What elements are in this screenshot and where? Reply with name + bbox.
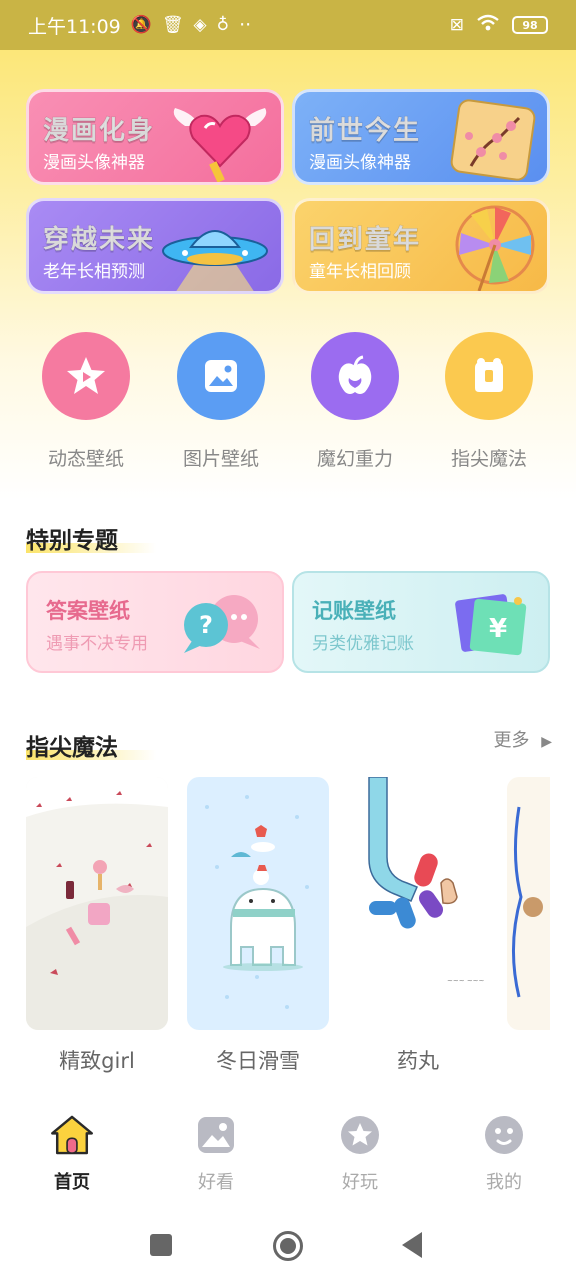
sim-icon: ⊠ [449,15,464,35]
feature-card-future[interactable]: 穿越未来 老年长相预测 [26,198,284,294]
section-title-special: 特别专题 [26,521,156,555]
caret-right-icon: ▶ [541,734,552,750]
nav-fun[interactable]: 好玩 [310,1112,410,1194]
topic-subtitle: 遇事不决专用 [46,634,148,654]
svg-text:~~~ ~~~: ~~~ ~~~ [447,977,485,985]
status-more: ·· [239,14,252,36]
svg-text:?: ? [199,611,213,639]
quick-link-label: 动态壁纸 [47,448,124,470]
topic-title: 记账壁纸 [312,599,396,623]
thumb-label: 花 [507,1045,550,1075]
shield-icon: ◈ [193,15,207,35]
nav-home[interactable]: 首页 [22,1112,122,1194]
status-time: 上午11:09 [28,15,121,38]
quick-link-label: 图片壁纸 [182,448,259,470]
heart-wand-icon [173,108,267,182]
mute-icon: 🔕 [130,15,152,35]
feature-card-past-life[interactable]: 前世今生 漫画头像神器 [292,89,550,185]
system-navigation-bar [0,1210,576,1280]
picture-icon [177,332,265,420]
nav-label: 我的 [486,1172,522,1193]
feature-card-title: 漫画化身 [42,116,156,147]
topic-subtitle: 另类优雅记账 [312,634,414,654]
thumb-label: 冬日滑雪 [216,1049,300,1073]
nav-label: 首页 [54,1172,90,1193]
image-icon [193,1112,239,1158]
ufo-icon [162,230,268,291]
feature-card-title: 前世今生 [308,116,422,147]
feature-card-subtitle: 老年长相预测 [43,262,145,282]
nav-label: 好玩 [342,1172,378,1193]
pinwheel-icon [455,205,535,291]
section-title-magic: 指尖魔法 [26,728,156,762]
quick-link-label: 指尖魔法 [450,448,527,470]
thumb-pills[interactable]: ~~~ ~~~ [347,777,489,1030]
trash-icon: 🗑 [161,15,184,35]
star-icon [337,1112,383,1158]
feature-card-title: 穿越未来 [42,225,156,256]
feature-card-subtitle: 漫画头像神器 [43,153,145,173]
quick-link-gravity[interactable]: 魔幻重力 [305,332,405,471]
quick-link-picture-wallpaper[interactable]: 图片壁纸 [171,332,271,471]
yuan-note-icon: ¥ [455,594,527,656]
recents-button[interactable] [150,1234,172,1256]
topic-card-answer-wallpaper[interactable]: 答案壁纸 遇事不决专用 ? [26,571,284,673]
nav-looks[interactable]: 好看 [166,1112,266,1194]
feature-card-childhood[interactable]: 回到童年 童年长相回顾 [292,198,550,294]
battery-icon: 98 [512,16,548,34]
more-link[interactable]: 更多 ▶ [493,726,552,752]
topic-card-accounting-wallpaper[interactable]: 记账壁纸 另类优雅记账 ¥ [292,571,550,673]
thumb-flower[interactable] [507,777,550,1030]
chat-bubbles-icon: ? [184,595,260,653]
quick-link-finger-magic[interactable]: 指尖魔法 [439,332,539,471]
back-button[interactable] [402,1232,422,1258]
apple-icon [311,332,399,420]
gift-icon [445,332,533,420]
bulb-icon: ♁ [216,15,230,35]
nav-mine[interactable]: 我的 [454,1112,554,1194]
thumb-label: 药丸 [397,1049,439,1073]
topic-title: 答案壁纸 [46,599,130,623]
quick-link-live-wallpaper[interactable]: 动态壁纸 [36,332,136,471]
bottom-navigation: 首页 好看 好玩 我的 [0,1112,576,1206]
plum-blossom-fan-icon [450,99,536,181]
feature-card-subtitle: 童年长相回顾 [309,262,411,282]
magic-carousel[interactable]: 精致girl 冬日滑雪 ~~~ ~~~ 药丸 [26,777,550,1077]
status-bar: 上午11:09 🔕 🗑 ◈ ♁ ·· ⊠ 98 [0,0,576,50]
home-icon [49,1112,95,1158]
thumb-winter-ski[interactable] [187,777,329,1030]
thumb-label: 精致girl [59,1049,135,1073]
nav-label: 好看 [198,1172,234,1193]
thumb-refined-girl[interactable] [26,777,168,1030]
more-label: 更多 [493,730,530,751]
star-play-icon [42,332,130,420]
face-icon [481,1112,527,1158]
quick-link-label: 魔幻重力 [316,448,393,470]
feature-card-avatar[interactable]: 漫画化身 漫画头像神器 [26,89,284,185]
svg-text:¥: ¥ [489,614,507,644]
home-button[interactable] [273,1231,303,1261]
feature-card-subtitle: 漫画头像神器 [309,153,411,173]
feature-card-title: 回到童年 [308,225,422,256]
wifi-icon [476,14,500,37]
